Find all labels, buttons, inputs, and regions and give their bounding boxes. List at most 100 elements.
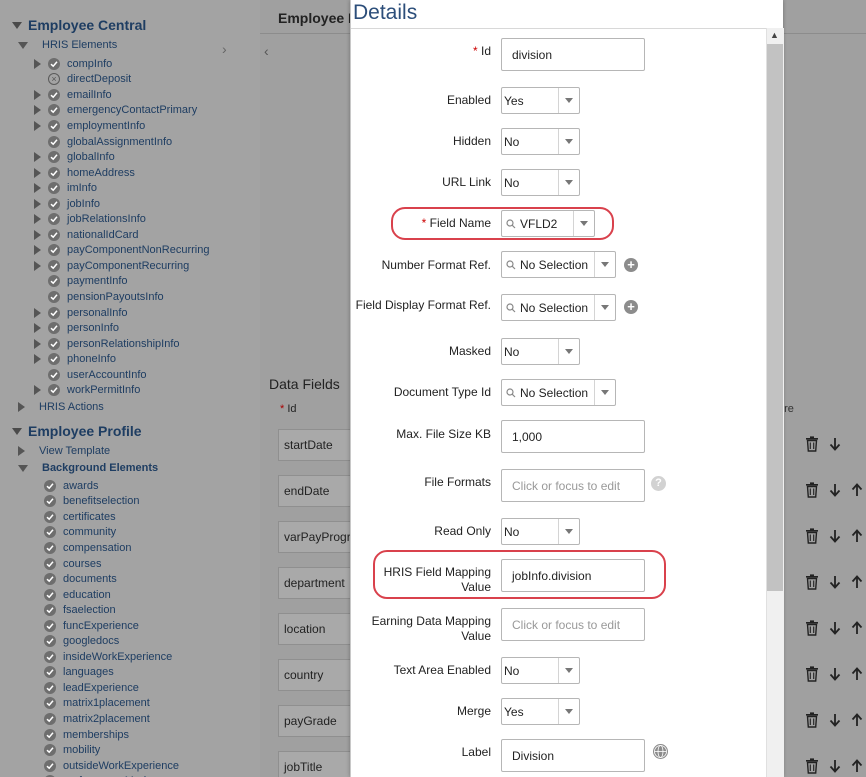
chevron-down-icon[interactable] — [573, 211, 594, 236]
data-field-id-input[interactable]: location — [278, 613, 358, 645]
expand-down-icon[interactable] — [12, 21, 22, 29]
tree-item[interactable]: paymentInfo — [32, 274, 128, 290]
expand-right-icon[interactable] — [32, 354, 42, 365]
arrow-up-icon[interactable] — [851, 713, 863, 727]
tree-item[interactable]: matrix2placement — [44, 711, 150, 727]
arrow-up-icon[interactable] — [851, 759, 863, 773]
trash-icon[interactable] — [805, 620, 819, 636]
expand-right-icon[interactable] — [32, 245, 42, 256]
tree-item[interactable]: matrix1placement — [44, 696, 150, 712]
arrow-down-icon[interactable] — [829, 483, 841, 497]
chevron-down-icon[interactable] — [558, 519, 579, 544]
read-only-select[interactable]: No — [501, 518, 580, 545]
arrow-up-icon[interactable] — [851, 667, 863, 681]
expand-down-icon[interactable] — [12, 427, 22, 435]
scrollbar-thumb[interactable] — [767, 44, 783, 591]
expand-right-icon[interactable] — [18, 402, 25, 412]
arrow-down-icon[interactable] — [829, 575, 841, 589]
expand-right-icon[interactable] — [32, 167, 42, 178]
document-type-select[interactable]: No Selection — [501, 379, 616, 406]
tree-item[interactable]: pensionPayoutsInfo — [32, 289, 164, 305]
scroll-up-icon[interactable]: ▲ — [770, 30, 779, 40]
trash-icon[interactable] — [805, 758, 819, 774]
chevron-left-icon[interactable]: ‹ — [264, 43, 269, 59]
arrow-up-icon[interactable] — [851, 575, 863, 589]
hidden-select[interactable]: No — [501, 128, 580, 155]
tree-item[interactable]: memberships — [44, 727, 129, 743]
expand-right-icon[interactable] — [32, 323, 42, 334]
tree-group-hris-elements[interactable]: HRIS Elements — [18, 37, 117, 53]
expand-right-icon[interactable] — [32, 152, 42, 163]
trash-icon[interactable] — [805, 482, 819, 498]
help-icon[interactable]: ? — [651, 476, 666, 491]
expand-down-icon[interactable] — [18, 41, 28, 49]
expand-right-icon[interactable] — [32, 89, 42, 100]
expand-right-icon[interactable] — [32, 198, 42, 209]
tree-item[interactable]: certificates — [44, 509, 116, 525]
chevron-down-icon[interactable] — [594, 252, 615, 277]
tree-group-hris-actions[interactable]: HRIS Actions — [18, 399, 104, 415]
tree-item[interactable]: mobility — [44, 742, 100, 758]
chevron-down-icon[interactable] — [594, 380, 615, 405]
tree-item[interactable]: imInfo — [32, 180, 97, 196]
tree-group-background-elements[interactable]: Background Elements — [18, 460, 158, 476]
expand-down-icon[interactable] — [18, 464, 28, 472]
trash-icon[interactable] — [805, 528, 819, 544]
trash-icon[interactable] — [805, 666, 819, 682]
trash-icon[interactable] — [805, 574, 819, 590]
arrow-down-icon[interactable] — [829, 621, 841, 635]
enabled-select[interactable]: Yes — [501, 87, 580, 114]
expand-right-icon[interactable] — [32, 229, 42, 240]
id-input[interactable]: division — [501, 38, 645, 71]
tree-item[interactable]: leadExperience — [44, 680, 139, 696]
chevron-down-icon[interactable] — [558, 129, 579, 154]
label-input[interactable]: Division — [501, 739, 645, 772]
tree-item[interactable]: × directDeposit — [32, 72, 131, 88]
arrow-up-icon[interactable] — [851, 529, 863, 543]
trash-icon[interactable] — [805, 712, 819, 728]
arrow-up-icon[interactable] — [851, 483, 863, 497]
tree-item[interactable]: community — [44, 525, 116, 541]
number-format-select[interactable]: No Selection — [501, 251, 616, 278]
expand-right-icon[interactable] — [32, 58, 42, 69]
arrow-down-icon[interactable] — [829, 529, 841, 543]
field-name-select[interactable]: VFLD2 — [501, 210, 595, 237]
tree-section-employee-profile[interactable]: Employee Profile — [12, 421, 142, 441]
tree-item[interactable]: fsaelection — [44, 602, 116, 618]
tree-item[interactable]: jobRelationsInfo — [32, 212, 146, 228]
tree-item[interactable]: awards — [44, 478, 98, 494]
trash-icon[interactable] — [805, 436, 819, 452]
data-field-id-input[interactable]: payGrade — [278, 705, 358, 737]
merge-select[interactable]: Yes — [501, 698, 580, 725]
chevron-down-icon[interactable] — [558, 88, 579, 113]
tree-item[interactable]: personRelationshipInfo — [32, 336, 180, 352]
tree-item[interactable]: benefitselection — [44, 494, 139, 510]
tree-item[interactable]: userAccountInfo — [32, 367, 147, 383]
masked-select[interactable]: No — [501, 338, 580, 365]
tree-item[interactable]: education — [44, 587, 111, 603]
tree-item[interactable]: payComponentRecurring — [32, 258, 189, 274]
text-area-enabled-select[interactable]: No — [501, 657, 580, 684]
data-field-id-input[interactable]: country — [278, 659, 358, 691]
tree-item[interactable]: personInfo — [32, 320, 119, 336]
max-file-size-input[interactable]: 1,000 — [501, 420, 645, 453]
expand-right-icon[interactable] — [32, 214, 42, 225]
chevron-right-icon[interactable]: › — [222, 41, 227, 57]
data-field-id-input[interactable]: startDate — [278, 429, 358, 461]
tree-item[interactable]: payComponentNonRecurring — [32, 243, 209, 259]
data-field-id-input[interactable]: endDate — [278, 475, 358, 507]
tree-item[interactable]: compInfo — [32, 56, 112, 72]
data-field-id-input[interactable]: department — [278, 567, 358, 599]
expand-right-icon[interactable] — [32, 338, 42, 349]
tree-item[interactable]: googledocs — [44, 634, 119, 650]
tree-item[interactable]: globalInfo — [32, 149, 115, 165]
arrow-down-icon[interactable] — [829, 667, 841, 681]
arrow-down-icon[interactable] — [829, 759, 841, 773]
tree-section-employee-central[interactable]: Employee Central — [12, 15, 146, 35]
tree-item[interactable]: emergencyContactPrimary — [32, 103, 197, 119]
tree-item[interactable]: jobInfo — [32, 196, 100, 212]
tree-item[interactable]: globalAssignmentInfo — [32, 134, 172, 150]
expand-right-icon[interactable] — [32, 260, 42, 271]
data-field-id-input[interactable]: jobTitle — [278, 751, 358, 777]
tree-item[interactable]: phoneInfo — [32, 351, 116, 367]
